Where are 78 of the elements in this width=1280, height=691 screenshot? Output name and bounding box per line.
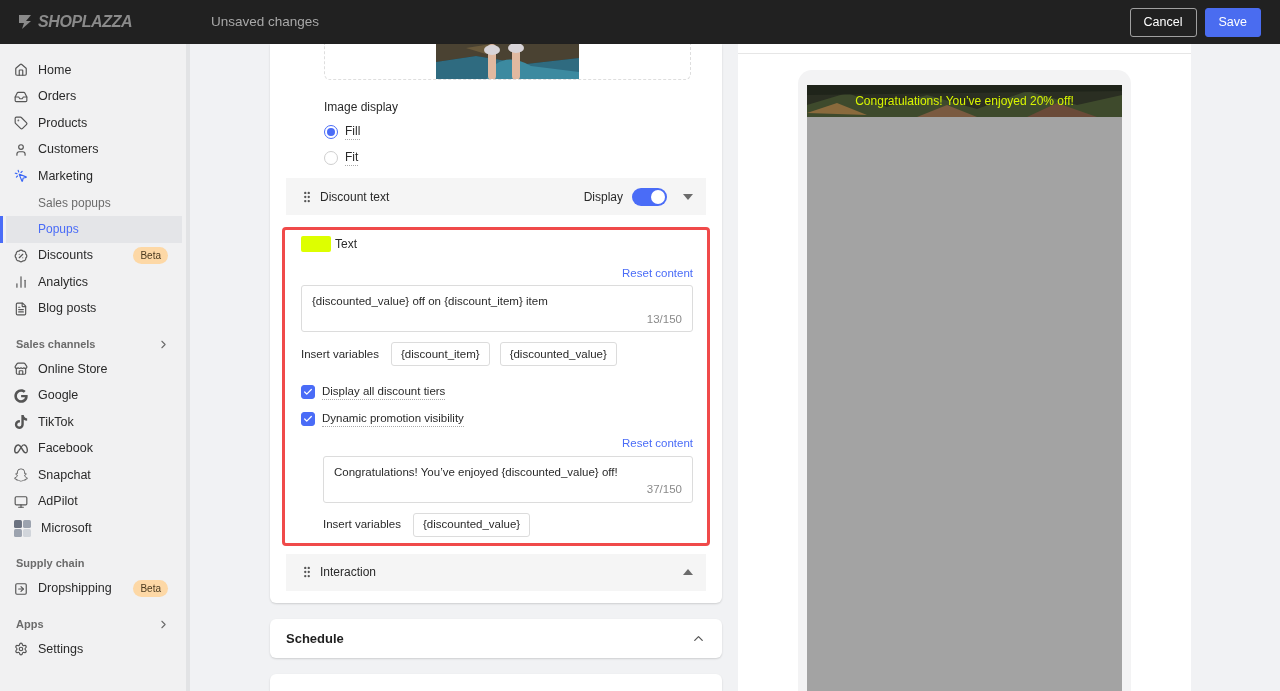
sidebar-item[interactable]: TikTok <box>0 409 186 436</box>
image-display-label: Image display <box>324 99 400 116</box>
text-area[interactable]: Congratulations! You’ve enjoyed {discounted_value} off! 37/150 <box>323 455 693 503</box>
tag-icon <box>14 116 28 131</box>
check-icon <box>303 387 313 398</box>
sidebar-item[interactable]: Discounts Beta <box>0 242 186 269</box>
percent-tag-icon <box>14 248 28 263</box>
sidebar-item[interactable]: Products <box>0 110 186 137</box>
reset-content-link[interactable]: Reset content <box>622 435 693 453</box>
display-label: Display <box>583 188 623 206</box>
variable-chip[interactable]: {discount_item} <box>391 342 490 367</box>
sidebar-item[interactable]: Marketing <box>0 163 186 190</box>
section-heading: Sales channels <box>16 336 96 352</box>
radio-label: Fit <box>345 150 359 166</box>
inbox-icon <box>14 89 28 104</box>
color-swatch[interactable] <box>301 236 331 252</box>
g-logo-icon <box>14 388 28 403</box>
checkbox[interactable] <box>301 412 315 427</box>
sidebar-item[interactable]: Facebook <box>0 435 186 462</box>
variable-chip[interactable]: {discounted_value} <box>499 342 617 367</box>
active-indicator <box>0 216 3 243</box>
infinity-logo-icon <box>14 441 28 456</box>
caret-down-icon[interactable] <box>683 193 693 200</box>
banner-text: Congratulations! You’ve enjoyed 20% off! <box>855 93 1074 110</box>
sidebar-item[interactable]: Dropshipping Beta <box>0 575 186 602</box>
sidebar-item[interactable]: Snapchat <box>0 462 186 489</box>
sidebar-item[interactable]: Home <box>0 57 186 84</box>
section-header[interactable]: Discount text Display <box>286 178 706 215</box>
reset-content-link[interactable]: Reset content <box>622 265 693 283</box>
sidebar-item[interactable]: AdPilot <box>0 488 186 515</box>
settings-icon <box>14 642 28 657</box>
document-icon <box>14 301 28 316</box>
section-heading: Apps <box>16 616 44 632</box>
text-label: Text <box>335 236 357 253</box>
section-heading: Supply chain <box>16 556 85 572</box>
grid-squares-icon <box>14 519 31 537</box>
monitor-icon <box>14 494 28 509</box>
insert-variables-label: Insert variables <box>301 346 379 362</box>
sidebar-item[interactable]: Blog posts <box>0 295 186 322</box>
logo-icon <box>16 13 34 31</box>
person-icon <box>14 142 28 157</box>
sidebar-item[interactable]: Settings <box>0 636 186 663</box>
radio-label: Fill <box>345 124 361 140</box>
image-upload-area[interactable] <box>324 44 691 80</box>
sidebar-item[interactable]: Google <box>0 382 186 409</box>
text-area[interactable]: {discounted_value} off on {discount_item} item 13/150 <box>301 285 693 333</box>
checkbox-label: Dynamic promotion visibility <box>322 411 464 428</box>
sidebar-subitem[interactable]: Sales popups <box>6 189 182 216</box>
character-counter: 37/150 <box>646 481 682 497</box>
bar-chart-icon <box>14 275 28 290</box>
status-text: Unsaved changes <box>211 12 321 31</box>
beta-badge: Beta <box>133 580 168 598</box>
caret-up-icon[interactable] <box>683 569 693 575</box>
sidebar-item[interactable]: Orders <box>0 83 186 110</box>
character-counter: 13/150 <box>646 311 682 327</box>
sidebar-item[interactable]: Microsoft <box>0 515 186 542</box>
arrow-box-icon <box>14 581 28 596</box>
variable-chip[interactable]: {discounted_value} <box>413 512 531 537</box>
note-logo-icon <box>14 415 28 430</box>
sidebar-item[interactable]: Online Store <box>0 356 186 383</box>
section-header[interactable]: Interaction <box>286 553 706 591</box>
check-icon <box>303 414 313 425</box>
beta-badge: Beta <box>133 247 168 265</box>
sidebar-subitem[interactable]: Popups <box>6 216 182 243</box>
ghost-icon <box>14 468 28 483</box>
insert-variables-label: Insert variables <box>323 516 401 532</box>
sidebar-item[interactable]: Analytics <box>0 269 186 296</box>
checkbox-label: Display all discount tiers <box>322 384 446 401</box>
checkbox[interactable] <box>301 385 315 400</box>
sidebar-item[interactable]: Customers <box>0 136 186 163</box>
logo-wordmark: SHOPLAZZA <box>38 12 133 32</box>
store-icon <box>14 362 28 377</box>
save-button[interactable]: Save <box>1204 7 1261 37</box>
toggle-switch[interactable] <box>632 187 667 206</box>
cancel-button[interactable]: Cancel <box>1129 7 1197 37</box>
cursor-icon <box>14 169 28 184</box>
schedule-card[interactable]: Schedule <box>270 618 722 659</box>
house-icon <box>14 63 28 78</box>
